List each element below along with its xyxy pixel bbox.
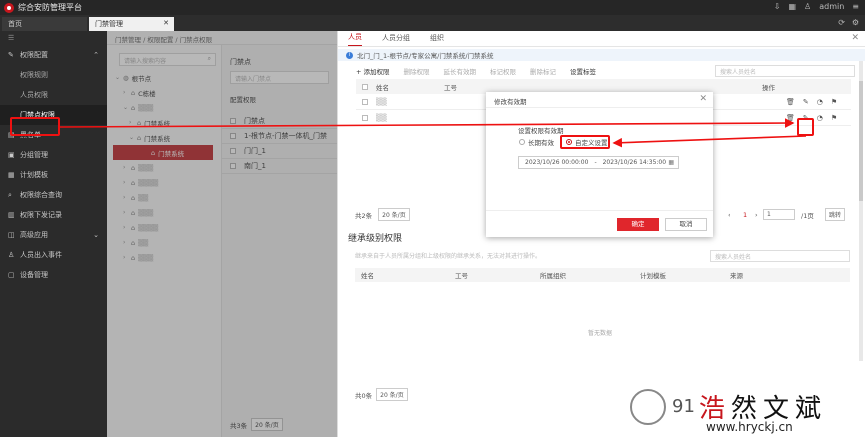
arrow-sidebar-to-action <box>59 118 795 128</box>
arrow-action-to-dialog <box>612 135 807 148</box>
wechat-logo <box>630 388 666 425</box>
watermark-url: www.hryckj.cn <box>706 420 793 434</box>
annotation-arrows <box>59 118 807 148</box>
watermark-number: 91 <box>672 396 695 417</box>
watermark: 91 浩 然 文 斌 www.hryckj.cn <box>630 376 865 437</box>
brand-char: 斌 <box>794 394 821 424</box>
